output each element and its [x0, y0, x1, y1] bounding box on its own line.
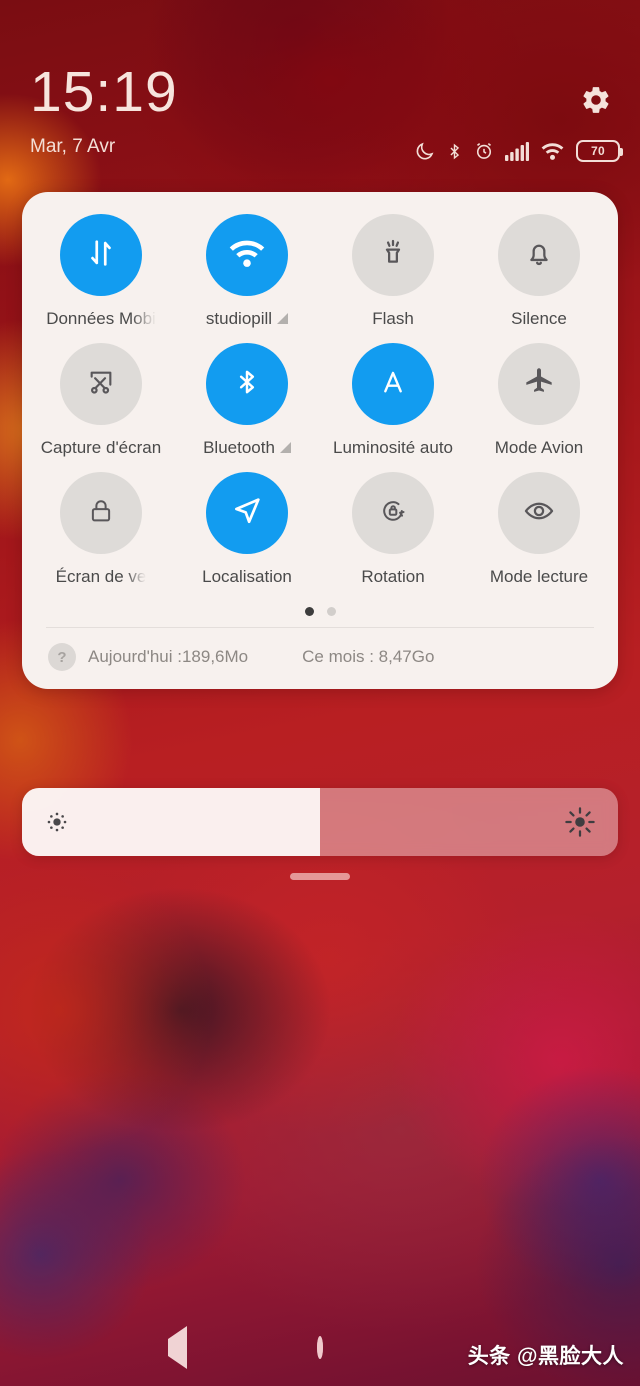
status-bar-icons: 70: [414, 140, 623, 162]
tile-rotation[interactable]: Rotation: [320, 472, 466, 601]
tile-ecran-de-verrouillage[interactable]: Écran de ve: [28, 472, 174, 601]
panel-drag-handle[interactable]: [290, 873, 350, 880]
eye-icon: [522, 494, 556, 533]
back-triangle-icon[interactable]: [168, 1326, 187, 1369]
alarm-icon: [474, 141, 494, 161]
rotation-lock-icon: [377, 495, 409, 532]
tile-label-wrap: Capture d'écran: [41, 438, 161, 458]
tile-label: Bluetooth: [203, 438, 275, 457]
tile-icon-circle: [352, 214, 434, 296]
tile-label-wrap: Silence: [511, 309, 567, 329]
battery-indicator: 70: [576, 140, 623, 162]
brightness-high-icon: [564, 806, 596, 838]
tile-icon-circle: [498, 472, 580, 554]
tile-label: Mode Avion: [494, 438, 584, 457]
tile-label: Rotation: [361, 567, 425, 586]
quick-settings-row: Capture d'écran Bluetooth Luminosité aut…: [28, 343, 612, 472]
airplane-icon: [523, 366, 555, 403]
tile-wifi-studiopill[interactable]: studiopill: [174, 214, 320, 343]
page-dot-2[interactable]: [326, 607, 336, 616]
usage-month: Ce mois : 8,47Go: [302, 647, 435, 666]
watermark: 头条 @黑脸大人: [467, 1345, 624, 1368]
tile-label-wrap: Données Mobi: [46, 309, 156, 329]
wifi-icon: [540, 141, 565, 161]
tile-label-wrap: Flash: [372, 309, 414, 329]
tile-mode-lecture[interactable]: Mode lecture: [466, 472, 612, 601]
tile-label-wrap: Localisation: [202, 567, 292, 587]
tile-bluetooth[interactable]: Bluetooth: [174, 343, 320, 472]
tile-icon-circle: [206, 472, 288, 554]
battery-level-text: 70: [591, 144, 605, 158]
brightness-low-icon: [44, 809, 70, 835]
mobile-data-icon: [84, 236, 118, 275]
tile-label: Flash: [372, 309, 414, 328]
tile-icon-circle: [60, 214, 142, 296]
brightness-slider[interactable]: [22, 788, 618, 856]
settings-gear-button[interactable]: [574, 80, 618, 124]
page-indicator: [28, 601, 612, 627]
usage-today: Aujourd'hui :189,6Mo: [88, 647, 249, 666]
clock-time: 15:19: [30, 60, 178, 124]
quick-settings-row: Données Mobi studiopill Flash Silence: [28, 214, 612, 343]
home-circle-icon[interactable]: [317, 1336, 323, 1359]
tile-label: studiopill: [205, 309, 273, 328]
tile-mode-avion[interactable]: Mode Avion: [466, 343, 612, 472]
tile-label-wrap: Mode lecture: [490, 567, 588, 587]
tile-icon-circle: [206, 343, 288, 425]
tile-flash[interactable]: Flash: [320, 214, 466, 343]
clock-date: Mar, 7 Avr: [30, 136, 116, 157]
tile-icon-circle: [60, 343, 142, 425]
tile-label-wrap: Rotation: [361, 567, 424, 587]
tile-icon-circle: [498, 343, 580, 425]
expand-triangle-icon[interactable]: [279, 442, 291, 453]
tile-donnees-mobiles[interactable]: Données Mobi: [28, 214, 174, 343]
flashlight-icon: [377, 237, 409, 274]
tile-label-wrap: studiopill: [205, 309, 289, 329]
quick-settings-panel: Données Mobi studiopill Flash Silence Ca…: [22, 192, 618, 689]
quick-settings-row: Écran de ve Localisation Rotation Mode l…: [28, 472, 612, 601]
tile-icon-circle: [498, 214, 580, 296]
gear-icon: [580, 84, 612, 121]
lock-screen-icon: [86, 496, 116, 531]
tile-icon-circle: [352, 472, 434, 554]
wifi-icon: [228, 237, 266, 274]
expand-triangle-icon[interactable]: [277, 313, 289, 324]
page-dot-1[interactable]: [304, 607, 314, 616]
tile-label: Capture d'écran: [40, 438, 162, 457]
question-mark-icon[interactable]: ?: [48, 643, 76, 671]
screenshot-scissors-icon: [85, 366, 117, 403]
bluetooth-icon: [233, 364, 261, 405]
auto-brightness-a-icon: [376, 365, 410, 404]
tile-icon-circle: [352, 343, 434, 425]
tile-label-wrap: Luminosité auto: [333, 438, 453, 458]
bluetooth-icon: [446, 141, 463, 162]
bell-icon: [523, 237, 555, 274]
dnd-moon-icon: [414, 141, 435, 162]
tile-capture-ecran[interactable]: Capture d'écran: [28, 343, 174, 472]
tile-label: Mode lecture: [489, 567, 589, 586]
tile-label-wrap: Mode Avion: [495, 438, 584, 458]
tile-icon-circle: [206, 214, 288, 296]
tile-icon-circle: [60, 472, 142, 554]
tile-label-wrap: Écran de ve: [56, 567, 147, 587]
location-arrow-icon: [230, 494, 264, 533]
data-usage-row[interactable]: ? Aujourd'hui :189,6Mo Ce mois : 8,47Go: [28, 628, 612, 689]
lockscreen-clock: 15:19 Mar, 7 Avr: [30, 62, 178, 158]
tile-silence[interactable]: Silence: [466, 214, 612, 343]
tile-label: Localisation: [202, 567, 292, 586]
tile-label: Silence: [511, 309, 567, 328]
tile-localisation[interactable]: Localisation: [174, 472, 320, 601]
tile-label-wrap: Bluetooth: [203, 438, 291, 458]
tile-label: Luminosité auto: [332, 438, 454, 457]
tile-label: Écran de ve: [55, 567, 147, 586]
tile-label: Données Mobi: [46, 309, 156, 328]
tile-luminosite-auto[interactable]: Luminosité auto: [320, 343, 466, 472]
signal-bars-icon: [505, 141, 529, 161]
